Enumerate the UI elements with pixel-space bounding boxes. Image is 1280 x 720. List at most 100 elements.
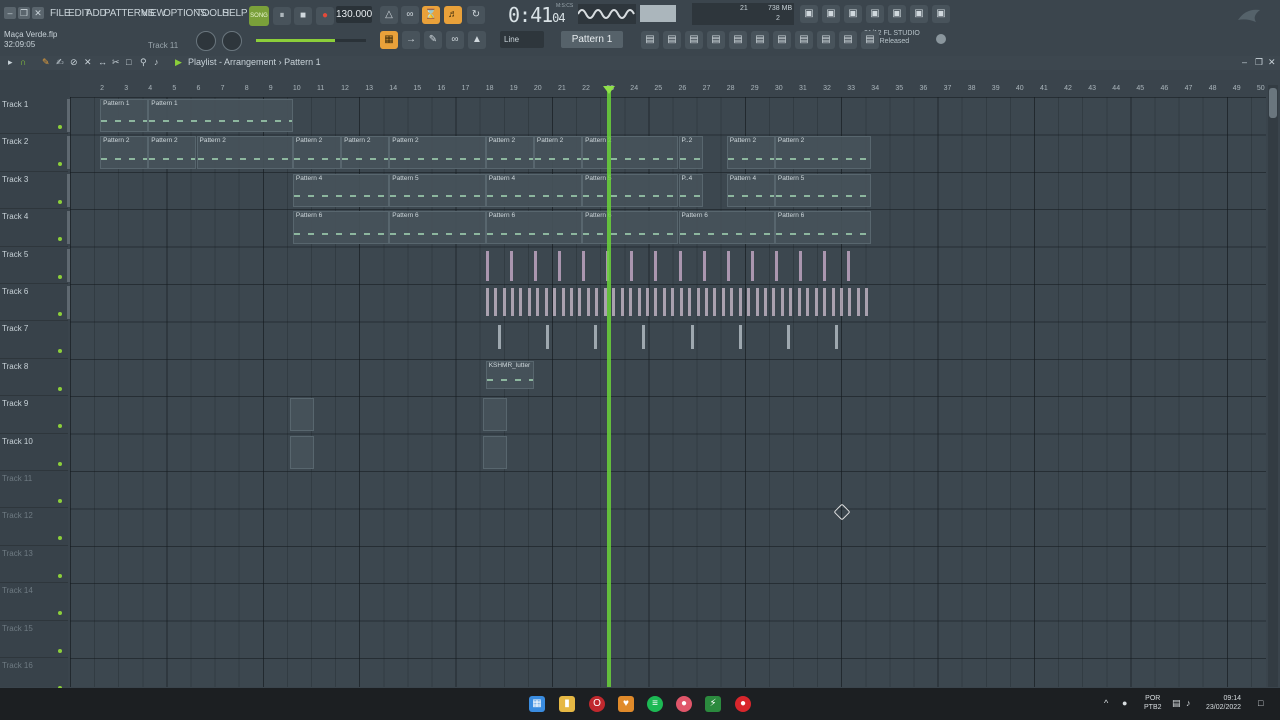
- audio-hit[interactable]: [705, 288, 708, 316]
- audio-hit[interactable]: [726, 250, 730, 281]
- help-icon[interactable]: ▣: [866, 5, 884, 23]
- stepseq-icon[interactable]: ▤: [795, 31, 813, 49]
- record-button[interactable]: ●: [316, 7, 334, 25]
- audio-hit[interactable]: [553, 288, 557, 316]
- playlist-grid[interactable]: Pattern 1 Pattern 1 Pattern 2 Pattern 2 Patt…: [70, 97, 1266, 687]
- track-header[interactable]: Track 4: [0, 209, 72, 247]
- browser-icon[interactable]: ▤: [707, 31, 725, 49]
- fl-studio-icon[interactable]: ♥: [618, 696, 634, 712]
- audio-hit[interactable]: [502, 288, 506, 316]
- metronome-icon[interactable]: △: [380, 6, 398, 24]
- mixer-icon[interactable]: ▤: [641, 31, 659, 49]
- playhead[interactable]: [607, 88, 611, 687]
- audio-hit[interactable]: [629, 288, 633, 316]
- piano-roll-icon[interactable]: ▤: [685, 31, 703, 49]
- file-explorer-icon[interactable]: ▮: [559, 696, 575, 712]
- microphone-icon[interactable]: ●: [1122, 698, 1127, 708]
- audio-hit[interactable]: [612, 288, 616, 316]
- track-mute-led-icon[interactable]: [58, 312, 62, 316]
- audio-hit[interactable]: [511, 288, 514, 316]
- pattern-clip[interactable]: Pattern 5: [774, 173, 872, 207]
- touch-icon[interactable]: ▤: [817, 31, 835, 49]
- audio-hit[interactable]: [533, 250, 537, 281]
- audio-hit[interactable]: [721, 288, 725, 316]
- audio-hit[interactable]: [774, 250, 778, 281]
- audio-hit[interactable]: [582, 250, 586, 281]
- audio-hit[interactable]: [713, 288, 717, 316]
- audio-hit[interactable]: [823, 250, 827, 281]
- snap-select[interactable]: Line: [500, 31, 544, 48]
- stop-button[interactable]: ■: [294, 7, 312, 25]
- pattern-clip[interactable]: Pattern 6: [582, 211, 679, 245]
- save-icon[interactable]: ▣: [888, 5, 906, 23]
- audio-hit[interactable]: [642, 325, 646, 350]
- audio-hit[interactable]: [702, 250, 706, 281]
- wait-input-icon[interactable]: ∞: [401, 6, 419, 24]
- audio-hit[interactable]: [578, 288, 582, 316]
- audio-hit[interactable]: [814, 288, 818, 316]
- slice-icon[interactable]: ✂: [112, 57, 120, 68]
- minimize-icon[interactable]: –: [4, 7, 16, 19]
- playlist-restore-icon[interactable]: ❐: [1255, 57, 1263, 68]
- audio-hit[interactable]: [738, 325, 742, 350]
- volume-icon[interactable]: ♪: [1186, 698, 1191, 708]
- pattern-clip[interactable]: Pattern 1: [100, 99, 149, 132]
- cut-icon[interactable]: ▣: [822, 5, 840, 23]
- record-app-icon[interactable]: ●: [735, 696, 751, 712]
- track-mute-led-icon[interactable]: [58, 349, 62, 354]
- audio-hit[interactable]: [730, 288, 734, 316]
- pattern-clip[interactable]: Pattern 2: [726, 136, 775, 170]
- audio-hit[interactable]: [527, 288, 531, 316]
- pattern-clip[interactable]: Pattern 4: [726, 173, 775, 207]
- audio-hit[interactable]: [595, 288, 599, 316]
- pattern-clip[interactable]: Pattern 2: [341, 136, 390, 170]
- pattern-clip[interactable]: Pattern 5: [389, 173, 486, 207]
- audio-hit[interactable]: [856, 288, 860, 316]
- link-icon[interactable]: ∞: [446, 31, 464, 49]
- audio-hit[interactable]: [755, 288, 759, 316]
- vertical-scrollbar[interactable]: [1268, 85, 1278, 687]
- track-mute-led-icon[interactable]: [58, 386, 62, 391]
- audio-clip[interactable]: [290, 435, 315, 469]
- channel-rack-icon[interactable]: ▤: [663, 31, 681, 49]
- audio-hit[interactable]: [561, 288, 565, 316]
- pattern-clip[interactable]: P..4: [678, 173, 703, 207]
- pattern-clip[interactable]: KSHMR_lutter: [485, 360, 534, 389]
- pattern-clip[interactable]: Pattern 2: [196, 136, 293, 170]
- audio-hit[interactable]: [831, 288, 835, 316]
- pencil-icon[interactable]: ✎: [42, 57, 50, 68]
- audio-hit[interactable]: [764, 288, 768, 316]
- audio-hit[interactable]: [637, 288, 641, 316]
- audio-hit[interactable]: [865, 288, 869, 316]
- audio-hit[interactable]: [485, 250, 489, 281]
- magnet-icon[interactable]: ∩: [20, 57, 26, 67]
- playlist-icon[interactable]: ▤: [729, 31, 747, 49]
- opera-icon[interactable]: O: [589, 696, 605, 712]
- track-mute-led-icon[interactable]: [58, 611, 62, 616]
- plugin-icon[interactable]: ▤: [751, 31, 769, 49]
- audio-hit[interactable]: [519, 288, 523, 316]
- zoom-icon[interactable]: ⚲: [140, 57, 147, 68]
- track-mute-led-icon[interactable]: [58, 162, 62, 167]
- playlist-breadcrumb[interactable]: Playlist - Arrangement › Pattern 1: [188, 57, 321, 67]
- audio-hit[interactable]: [654, 250, 658, 281]
- master-volume-knob[interactable]: [222, 31, 242, 51]
- track-mute-led-icon[interactable]: [58, 125, 62, 129]
- pattern-selector[interactable]: Pattern 1: [561, 31, 623, 48]
- countdown-icon[interactable]: ⌛: [422, 6, 440, 24]
- notifications-icon[interactable]: □: [1258, 698, 1263, 708]
- audio-hit[interactable]: [848, 288, 852, 316]
- render-icon[interactable]: ▣: [910, 5, 928, 23]
- audio-hit[interactable]: [835, 325, 839, 350]
- playlist-minimize-icon[interactable]: –: [1242, 57, 1247, 67]
- brush-icon[interactable]: ✍: [56, 57, 64, 68]
- audio-hit[interactable]: [786, 325, 790, 350]
- mic-icon[interactable]: ▣: [844, 5, 862, 23]
- audio-hit[interactable]: [485, 288, 489, 316]
- audio-hit[interactable]: [823, 288, 827, 316]
- audio-hit[interactable]: [696, 288, 700, 316]
- track-header[interactable]: Track 8: [0, 359, 68, 397]
- menu-help[interactable]: HELP: [222, 8, 248, 19]
- pattern-clip[interactable]: Pattern 2: [774, 136, 872, 170]
- system-clock[interactable]: 09:14 23/02/2022: [1206, 694, 1241, 712]
